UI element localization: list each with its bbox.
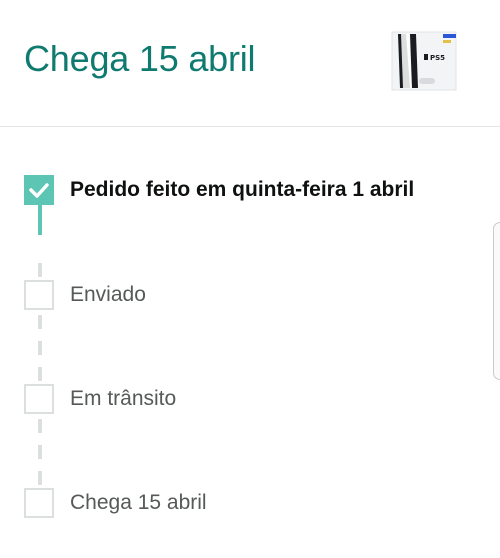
delivery-header: Chega 15 abril PS5: [0, 0, 500, 127]
progress-connector-pending: [38, 341, 42, 355]
side-panel-edge[interactable]: [493, 222, 500, 380]
shipment-progress-tracker: Pedido feito em quinta-feira 1 abril Env…: [0, 127, 500, 558]
empty-checkbox-icon: [24, 280, 54, 310]
empty-checkbox-icon: [24, 488, 54, 518]
progress-connector-pending: [38, 471, 42, 485]
progress-connector-pending: [38, 445, 42, 459]
step-label: Pedido feito em quinta-feira 1 abril: [70, 178, 415, 201]
delivery-date-title: Chega 15 abril: [24, 38, 256, 79]
check-icon: [24, 175, 54, 205]
progress-connector-pending: [38, 315, 42, 329]
progress-connector-pending: [38, 367, 42, 381]
empty-checkbox-icon: [24, 384, 54, 414]
ps5-box-image: PS5: [388, 26, 460, 92]
product-thumbnail[interactable]: PS5: [388, 26, 460, 92]
step-label: Em trânsito: [70, 387, 177, 410]
progress-connector-pending: [38, 263, 42, 277]
order-tracking-page: Chega 15 abril PS5 Pedido feito em quint…: [0, 0, 500, 558]
step-label: Enviado: [70, 283, 146, 306]
progress-connector-complete: [38, 205, 42, 235]
product-brand-text: PS5: [430, 54, 445, 62]
step-label: Chega 15 abril: [70, 491, 207, 514]
progress-connector-pending: [38, 419, 42, 433]
